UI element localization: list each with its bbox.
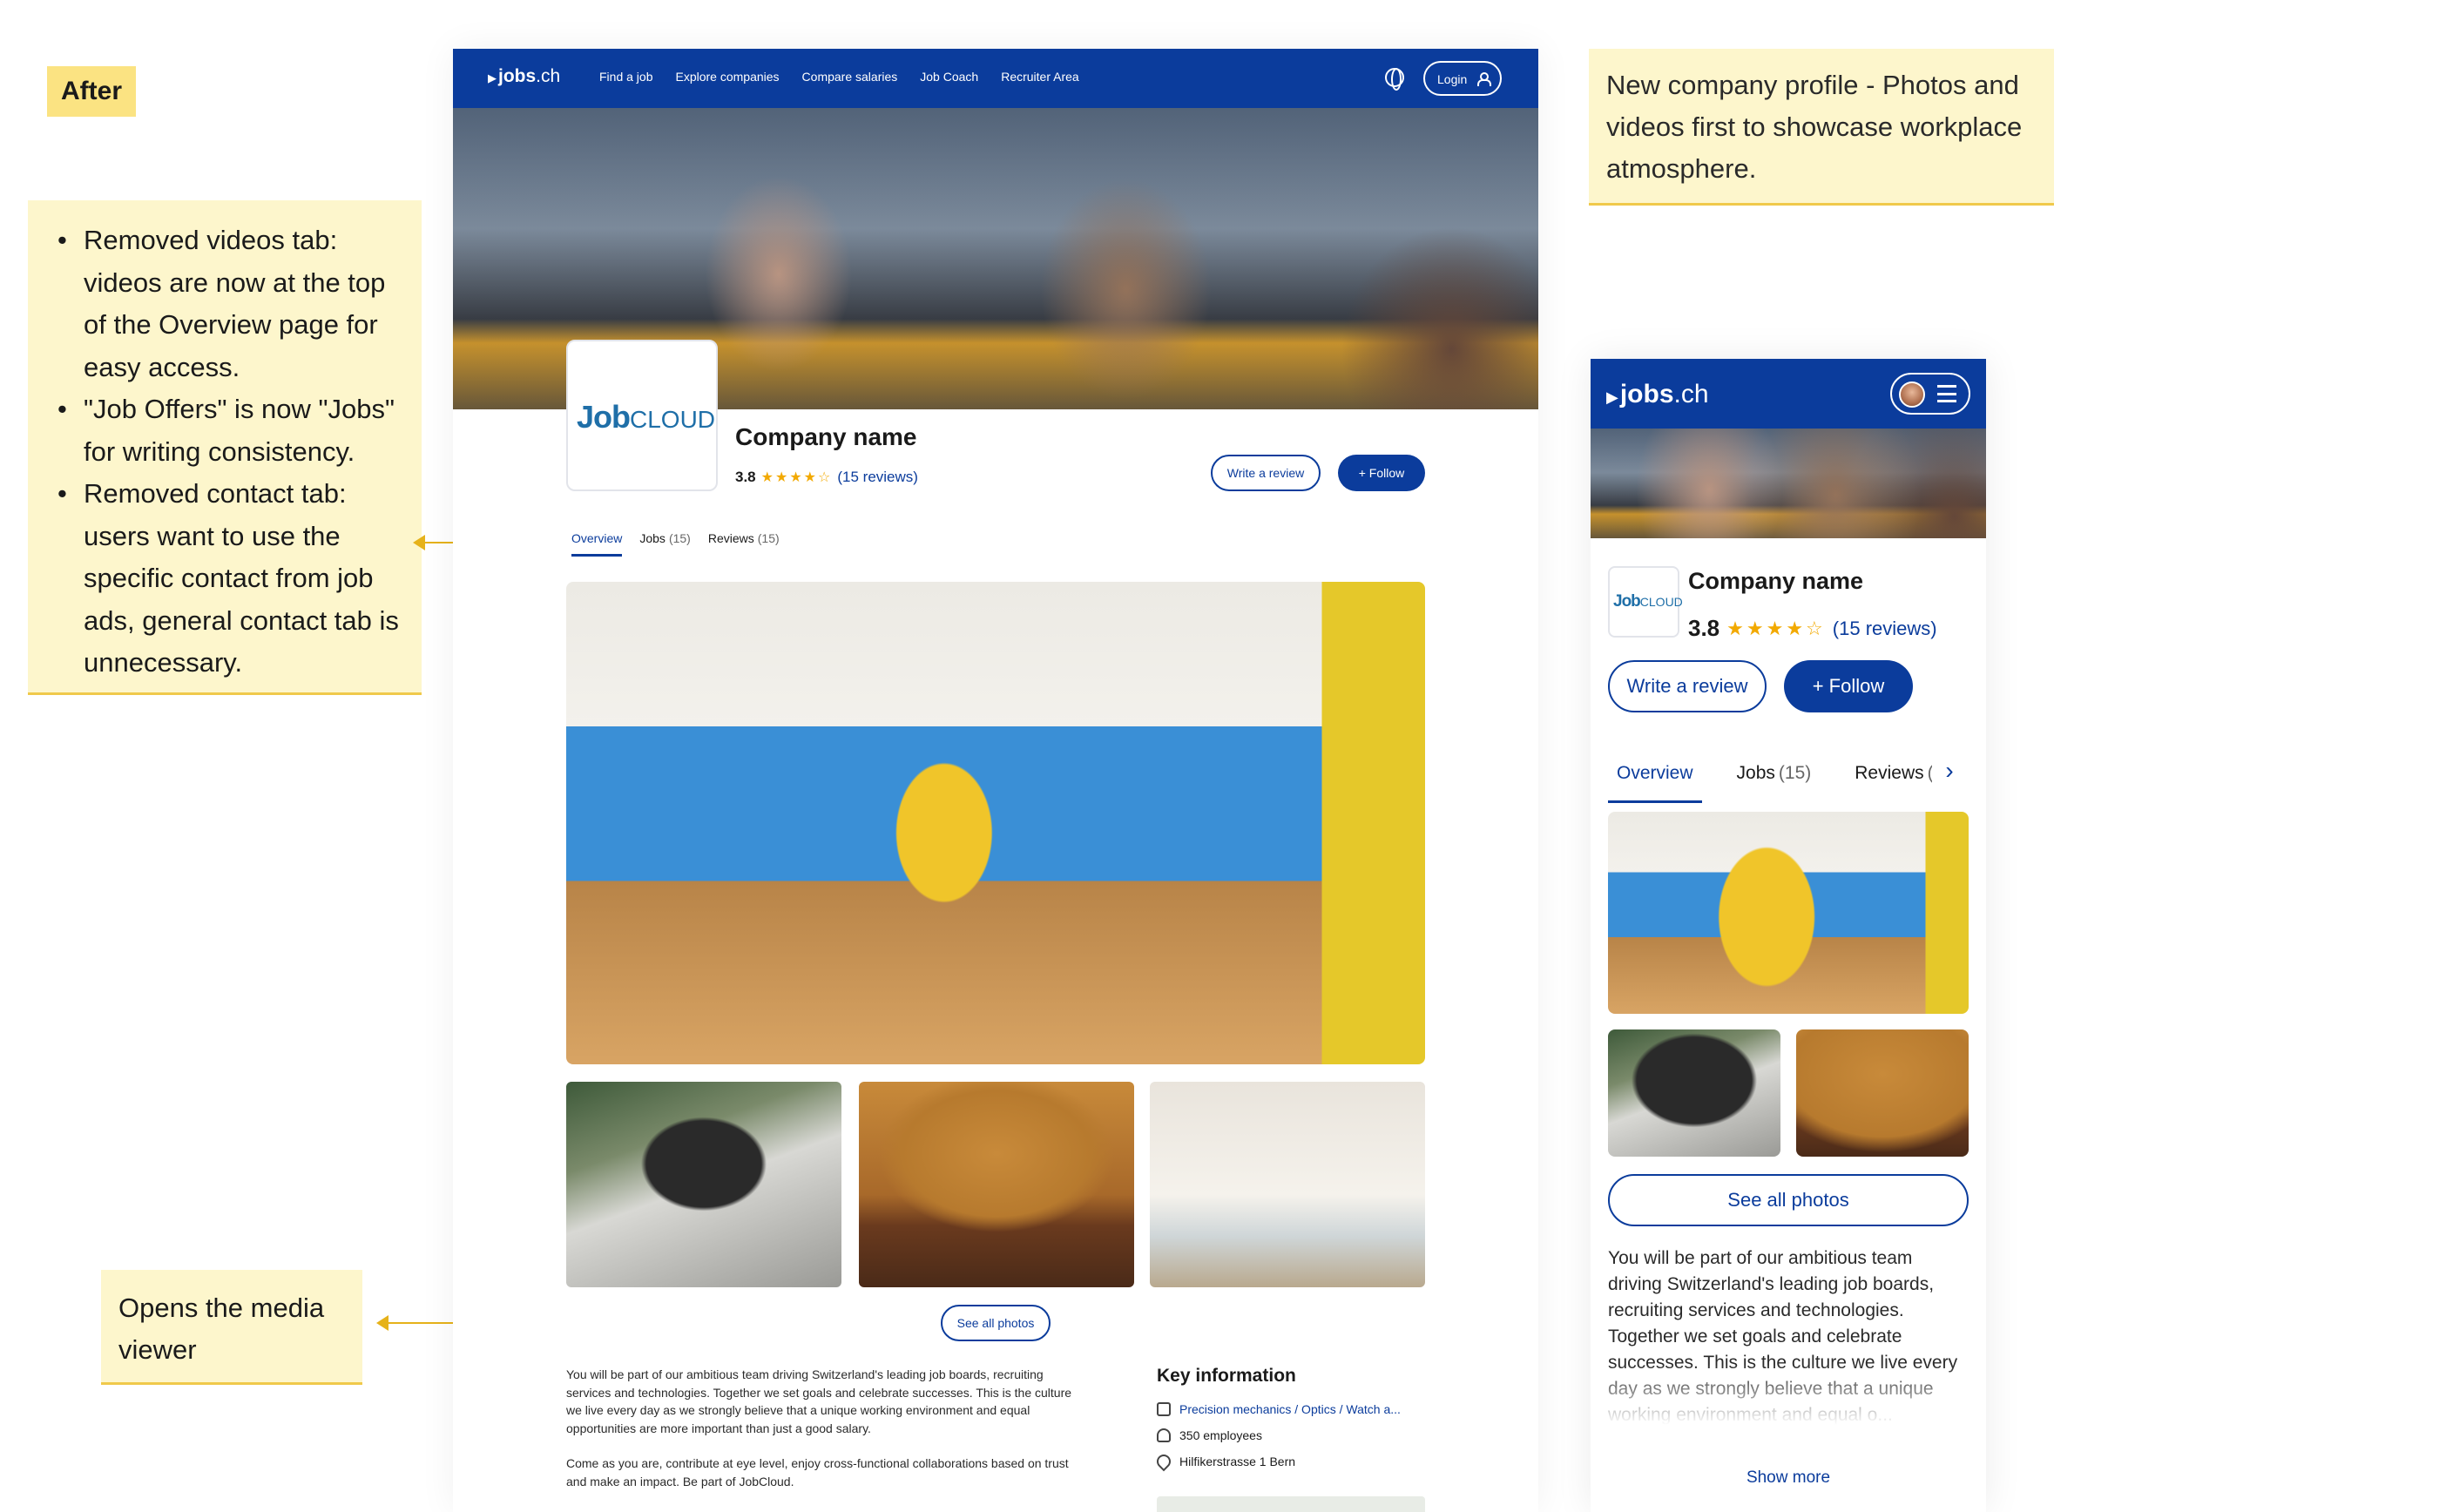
location-pin-icon xyxy=(1153,1451,1174,1472)
company-logo: JobCLOUD xyxy=(566,340,718,491)
nav-recruiter-area[interactable]: Recruiter Area xyxy=(1001,70,1078,84)
write-review-button[interactable]: Write a review xyxy=(1211,455,1321,491)
nav-find-job[interactable]: Find a job xyxy=(599,70,652,84)
desktop-top-nav: ▶jobs.ch Find a job Explore companies Co… xyxy=(453,49,1538,108)
note-item-videos: Removed videos tab: videos are now at th… xyxy=(57,219,404,388)
language-globe-icon[interactable] xyxy=(1385,68,1404,91)
tab-jobs[interactable]: Jobs (15) xyxy=(639,531,690,557)
login-label: Login xyxy=(1437,72,1468,86)
note-item-contact: Removed contact tab: users want to use t… xyxy=(57,473,404,685)
people-icon xyxy=(1157,1428,1171,1442)
employee-count: 350 employees xyxy=(1179,1428,1262,1442)
show-more-link[interactable]: Show more xyxy=(1591,1468,1986,1488)
reviews-count-link[interactable]: (15 reviews) xyxy=(837,469,918,486)
write-review-button[interactable]: Write a review xyxy=(1608,660,1767,712)
main-office-photo[interactable] xyxy=(1608,812,1969,1014)
star-rating-icon: ★★★★☆ xyxy=(1726,617,1826,639)
desktop-company-profile: ▶jobs.ch Find a job Explore companies Co… xyxy=(453,49,1538,1512)
key-information-title: Key information xyxy=(1157,1366,1296,1386)
mobile-top-nav: ▶jobs.ch xyxy=(1591,359,1986,429)
hamburger-menu-icon xyxy=(1937,385,1956,402)
chevron-right-icon[interactable]: › xyxy=(1932,756,1967,787)
note-item-jobs: "Job Offers" is now "Jobs" for writing c… xyxy=(57,388,404,473)
company-logo: JobCLOUD xyxy=(1608,566,1683,638)
photo-thumbnail-desk[interactable] xyxy=(566,1082,841,1287)
follow-button[interactable]: + Follow xyxy=(1784,660,1913,712)
changes-note: Removed videos tab: videos are now at th… xyxy=(28,200,422,695)
star-rating-icon: ★★★★☆ xyxy=(760,470,833,485)
nav-compare-salaries[interactable]: Compare salaries xyxy=(802,70,898,84)
description-paragraph: You will be part of our ambitious team d… xyxy=(566,1367,1072,1435)
rating-value: 3.8 xyxy=(1688,615,1720,641)
company-name: Company name xyxy=(1688,568,1864,594)
key-information: Key information Precision mechanics / Op… xyxy=(1153,1366,1436,1481)
profile-tabs: Overview Jobs (15) Reviews (15) xyxy=(571,531,780,557)
mobile-company-profile: ▶jobs.ch JobCLOUD Company name 3.8 ★★★★☆… xyxy=(1591,359,1986,1512)
user-icon xyxy=(1477,72,1491,86)
company-description: You will be part of our ambitious team d… xyxy=(1608,1245,1969,1425)
nav-explore-companies[interactable]: Explore companies xyxy=(675,70,779,84)
tab-overview[interactable]: Overview xyxy=(571,531,623,557)
photo-thumbnail-desk[interactable] xyxy=(1608,1029,1780,1157)
company-rating: 3.8 ★★★★☆ (15 reviews) xyxy=(735,469,918,486)
tab-jobs[interactable]: Jobs (15) xyxy=(1728,759,1821,803)
play-triangle-icon: ▶ xyxy=(1606,388,1618,406)
main-office-photo[interactable] xyxy=(566,582,1425,1064)
avatar xyxy=(1899,381,1925,408)
tab-reviews[interactable]: Reviews( xyxy=(1846,759,1942,803)
play-triangle-icon: ▶ xyxy=(488,71,497,84)
follow-button[interactable]: + Follow xyxy=(1338,455,1425,491)
tab-reviews[interactable]: Reviews (15) xyxy=(708,531,780,557)
login-button[interactable]: Login xyxy=(1423,61,1502,96)
company-description: You will be part of our ambitious team d… xyxy=(566,1366,1089,1490)
company-name: Company name xyxy=(735,423,917,450)
tab-overview[interactable]: Overview xyxy=(1608,759,1702,803)
cover-photo xyxy=(1591,429,1986,538)
company-rating: 3.8 ★★★★☆ (15 reviews) xyxy=(1688,615,1937,642)
rating-value: 3.8 xyxy=(735,469,756,485)
jobs-ch-logo[interactable]: ▶jobs.ch xyxy=(488,66,560,87)
photo-thumbnail-lounge[interactable] xyxy=(1150,1082,1425,1287)
building-icon xyxy=(1157,1402,1171,1416)
see-all-photos-button[interactable]: See all photos xyxy=(941,1305,1051,1341)
nav-job-coach[interactable]: Job Coach xyxy=(920,70,978,84)
main-nav-links: Find a job Explore companies Compare sal… xyxy=(599,70,1079,84)
media-viewer-note: Opens the media viewer xyxy=(101,1270,362,1385)
photo-thumbnail-laptop[interactable] xyxy=(1796,1029,1969,1157)
photo-thumbnail-laptop[interactable] xyxy=(859,1082,1134,1287)
account-menu-button[interactable] xyxy=(1890,373,1970,415)
after-label: After xyxy=(47,66,137,117)
profile-note: New company profile - Photos and videos … xyxy=(1589,49,2054,206)
location-map[interactable] xyxy=(1157,1496,1425,1512)
profile-tabs: Overview Jobs (15) Reviews( xyxy=(1608,759,1974,803)
description-paragraph: Come as you are, contribute at eye level… xyxy=(566,1456,1069,1488)
industry-link[interactable]: Precision mechanics / Optics / Watch a..… xyxy=(1179,1402,1401,1416)
jobs-ch-logo[interactable]: ▶jobs.ch xyxy=(1606,380,1709,409)
reviews-count-link[interactable]: (15 reviews) xyxy=(1833,618,1937,640)
company-address: Hilfikerstrasse 1 Bern xyxy=(1179,1455,1296,1468)
see-all-photos-button[interactable]: See all photos xyxy=(1608,1174,1969,1226)
